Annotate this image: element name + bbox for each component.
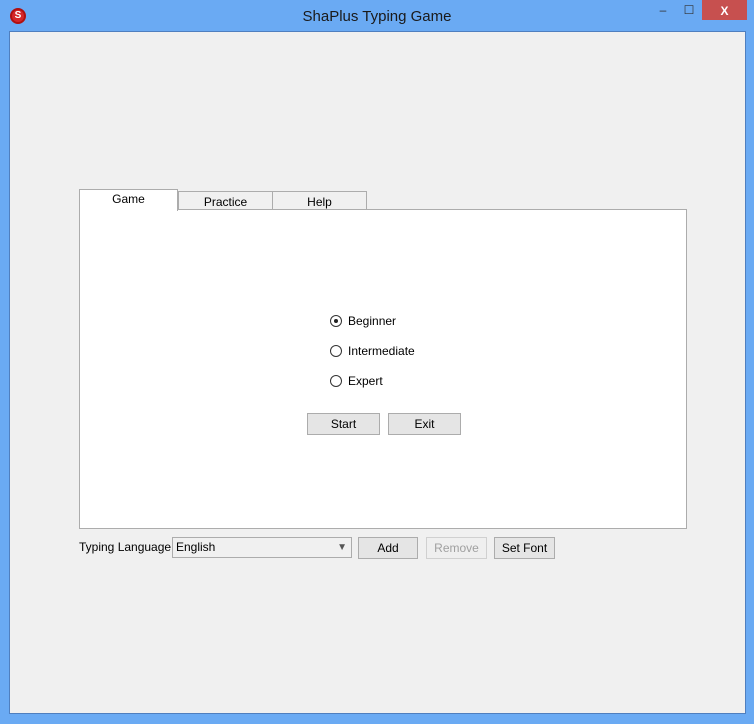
- maximize-button[interactable]: ☐: [676, 0, 702, 20]
- add-button[interactable]: Add: [358, 537, 418, 559]
- minimize-button[interactable]: ‒: [650, 0, 676, 20]
- radio-expert[interactable]: Expert: [330, 374, 383, 388]
- exit-button[interactable]: Exit: [388, 413, 461, 435]
- radio-icon: [330, 375, 342, 387]
- app-icon: S: [10, 8, 26, 24]
- tab-help[interactable]: Help: [272, 191, 367, 211]
- radio-label: Beginner: [348, 314, 397, 328]
- close-button[interactable]: X: [702, 0, 747, 20]
- language-select[interactable]: English ▼: [172, 537, 352, 558]
- remove-button[interactable]: Remove: [426, 537, 487, 559]
- tab-practice[interactable]: Practice: [178, 191, 273, 211]
- title-bar: S ShaPlus Typing Game ‒ ☐ X: [0, 0, 754, 31]
- radio-icon: [330, 345, 342, 357]
- chevron-down-icon: ▼: [337, 542, 347, 553]
- radio-intermediate[interactable]: Intermediate: [330, 344, 415, 358]
- radio-label: Expert: [348, 374, 383, 388]
- typing-language-label: Typing Language: [79, 540, 172, 554]
- client-area: Game Practice Help Beginner Intermediate…: [9, 31, 746, 714]
- language-value: English: [176, 540, 216, 554]
- window-title: ShaPlus Typing Game: [302, 8, 452, 25]
- radio-icon: [330, 315, 342, 327]
- start-button[interactable]: Start: [307, 413, 380, 435]
- game-panel: Beginner Intermediate Expert Start Exit: [79, 209, 687, 529]
- radio-beginner[interactable]: Beginner: [330, 314, 396, 328]
- set-font-button[interactable]: Set Font: [494, 537, 555, 559]
- tab-game[interactable]: Game: [79, 189, 178, 211]
- radio-label: Intermediate: [348, 344, 415, 358]
